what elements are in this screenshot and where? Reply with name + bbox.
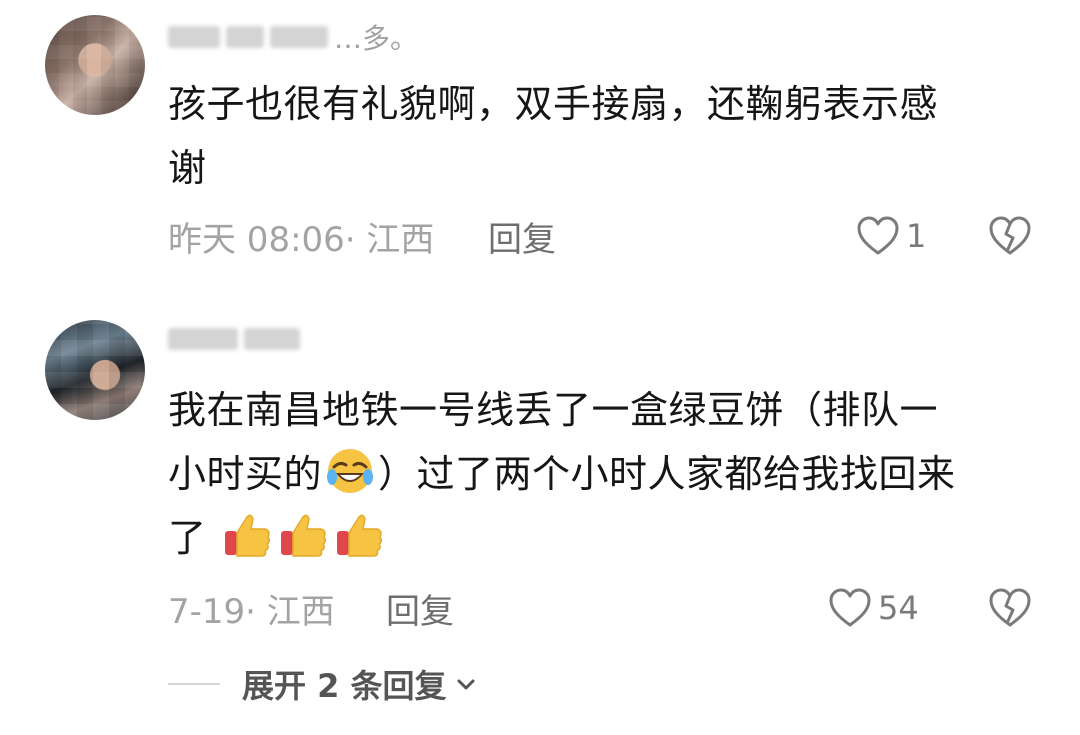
avatar[interactable] (45, 320, 145, 420)
thumbs-up-emoji (281, 514, 327, 557)
blurred-name-segment (168, 328, 238, 350)
rolling-laughing-emoji (327, 449, 374, 493)
reply-button[interactable]: 回复 (488, 216, 556, 260)
broken-heart-icon[interactable] (988, 214, 1032, 258)
blurred-name-segment (270, 26, 328, 48)
comment-list: …多。 孩子也很有礼貌啊，双手接扇，还鞠躬表示感 谢 昨天 08:06· 江西 … (0, 0, 1080, 735)
avatar[interactable] (45, 15, 145, 115)
comment-text-line: 孩子也很有礼貌啊，双手接扇，还鞠躬表示感 (168, 82, 939, 126)
like-button[interactable]: 54 (828, 586, 919, 630)
thumbs-up-emoji (337, 514, 383, 557)
reply-button[interactable]: 回复 (386, 588, 454, 632)
heart-outline-icon (829, 588, 871, 627)
comment-time-location: 7-19· 江西 (168, 591, 335, 632)
comment-text-line: 我在南昌地铁一号线丢了一盒绿豆饼（排队一 (168, 388, 939, 432)
thumbs-up-emoji (225, 514, 271, 557)
comment-text-segment: ）过了两个小时人家都给我找回来 (378, 452, 956, 496)
username[interactable] (168, 324, 300, 354)
blurred-name-segment (226, 26, 264, 48)
expand-replies-label: 展开 2 条回复 (242, 667, 447, 705)
expand-replies-button[interactable]: 展开 2 条回复 (168, 662, 479, 706)
comment-text-segment: 了 (168, 516, 207, 560)
comment-text-line: 了 (168, 506, 1028, 570)
divider-line (168, 683, 220, 685)
comment-text: 我在南昌地铁一号线丢了一盒绿豆饼（排队一 小时买的 ）过了两个小时人家都给我找回… (168, 378, 1028, 570)
like-button[interactable]: 1 (856, 214, 926, 258)
blurred-name-segment (244, 328, 300, 350)
comment-text-segment: 小时买的 (168, 452, 323, 496)
username[interactable]: …多。 (168, 22, 418, 55)
like-count: 54 (878, 589, 919, 627)
comment-time-location: 昨天 08:06· 江西 (168, 219, 435, 260)
comment-text-line: 小时买的 ）过了两个小时人家都给我找回来 (168, 442, 1028, 506)
broken-heart-icon[interactable] (988, 586, 1032, 630)
comment-text: 孩子也很有礼貌啊，双手接扇，还鞠躬表示感 谢 (168, 72, 1028, 200)
username-text: …多。 (334, 22, 419, 55)
blurred-name-segment (168, 26, 220, 48)
comment-text-line: 谢 (168, 146, 207, 190)
heart-outline-icon (857, 216, 899, 255)
chevron-down-icon (457, 679, 475, 690)
like-count: 1 (906, 217, 927, 255)
